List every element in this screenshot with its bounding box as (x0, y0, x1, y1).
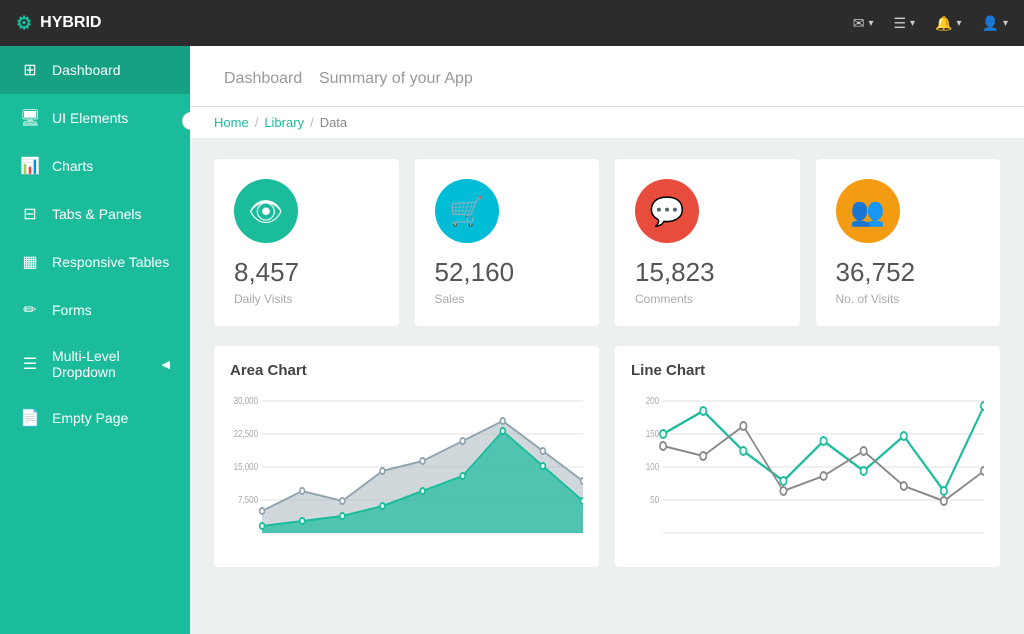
top-navbar: ⚙ HYBRID ✉ ▾ ☰ ▾ 🔔 ▾ 👤 ▾ (0, 0, 1024, 46)
sidebar-item-forms[interactable]: ✏ Forms (0, 286, 190, 334)
sidebar-label-tabs: Tabs & Panels (52, 206, 170, 222)
stat-card-comments: 💬 15,823 Comments (615, 159, 800, 326)
breadcrumb-home[interactable]: Home (214, 115, 249, 130)
svg-text:15,000: 15,000 (234, 461, 258, 472)
user-icon: 👤 (982, 15, 999, 32)
notifications-btn[interactable]: 🔔 ▾ (935, 15, 961, 32)
comments-value: 15,823 (635, 257, 715, 288)
line-chart-title: Line Chart (631, 362, 984, 379)
sidebar-label-empty: Empty Page (52, 410, 170, 426)
visits-label: Daily Visits (234, 292, 292, 306)
breadcrumb-library[interactable]: Library (264, 115, 304, 130)
sidebar-label-forms: Forms (52, 302, 170, 318)
stat-card-no-visits: 👥 36,752 No. of Visits (816, 159, 1001, 326)
brand-name: HYBRID (40, 14, 101, 32)
page-title: Dashboard Summary of your App (214, 62, 1000, 90)
dropdown-arrow: ◀ (162, 358, 170, 371)
notif-caret: ▾ (957, 18, 962, 29)
line-chart-svg: 200 150 100 50 (631, 391, 984, 551)
visits-icon-circle: 👁 (234, 179, 298, 243)
area-chart-container: 30,000 22,500 15,000 7,500 (230, 391, 583, 551)
gear-icon: ⚙ (16, 13, 32, 34)
no-visits-icon-circle: 👥 (836, 179, 900, 243)
sidebar-label-charts: Charts (52, 158, 170, 174)
tables-icon: ▦ (20, 252, 40, 272)
area-chart-svg: 30,000 22,500 15,000 7,500 (230, 391, 583, 551)
ui-icon: 🖥 (20, 108, 40, 128)
svg-text:22,500: 22,500 (234, 428, 258, 439)
sidebar-label-tables: Responsive Tables (52, 254, 170, 270)
sidebar-item-dropdown[interactable]: ☰ Multi-Level Dropdown ◀ (0, 334, 190, 394)
cart-icon: 🛒 (449, 195, 484, 228)
menu-icon: ☰ (893, 15, 906, 32)
svg-text:30,000: 30,000 (234, 395, 258, 406)
mail-caret: ▾ (868, 18, 873, 29)
sidebar-label-dashboard: Dashboard (52, 62, 170, 78)
mail-btn[interactable]: ✉ ▾ (853, 15, 874, 32)
user-caret: ▾ (1003, 18, 1008, 29)
breadcrumb-sep1: / (255, 115, 259, 130)
forms-icon: ✏ (20, 300, 40, 320)
page-header: Dashboard Summary of your App (190, 46, 1024, 107)
svg-text:7,500: 7,500 (238, 494, 258, 505)
svg-text:200: 200 (646, 395, 659, 406)
user-btn[interactable]: 👤 ▾ (982, 15, 1008, 32)
tabs-icon: ⊟ (20, 204, 40, 224)
sidebar-item-dashboard[interactable]: ⊞ Dashboard (0, 46, 190, 94)
sales-icon-circle: 🛒 (435, 179, 499, 243)
visits-value: 8,457 (234, 257, 299, 288)
brand: ⚙ HYBRID (16, 13, 101, 34)
sidebar: › ⊞ Dashboard 🖥 UI Elements 📊 Charts ⊟ T… (0, 46, 190, 634)
area-chart-card: Area Chart 30,000 22,500 15,000 7,500 (214, 346, 599, 567)
charts-icon: 📊 (20, 156, 40, 176)
menu-caret: ▾ (910, 18, 915, 29)
no-visits-label: No. of Visits (836, 292, 900, 306)
sidebar-item-tabs[interactable]: ⊟ Tabs & Panels (0, 190, 190, 238)
topnav-right: ✉ ▾ ☰ ▾ 🔔 ▾ 👤 ▾ (853, 15, 1008, 32)
menu-btn[interactable]: ☰ ▾ (893, 15, 915, 32)
charts-row: Area Chart 30,000 22,500 15,000 7,500 (190, 346, 1024, 587)
area-chart-title: Area Chart (230, 362, 583, 379)
dashboard-icon: ⊞ (20, 60, 40, 80)
line-chart-card: Line Chart 200 150 100 50 (615, 346, 1000, 567)
line-chart-container: 200 150 100 50 (631, 391, 984, 551)
breadcrumb: Home / Library / Data (190, 107, 1024, 139)
empty-icon: 📄 (20, 408, 40, 428)
eye-icon: 👁 (248, 195, 284, 228)
bell-icon: 🔔 (935, 15, 952, 32)
svg-text:50: 50 (650, 494, 659, 505)
sidebar-item-tables[interactable]: ▦ Responsive Tables (0, 238, 190, 286)
svg-text:150: 150 (646, 428, 659, 439)
svg-text:100: 100 (646, 461, 659, 472)
dropdown-icon: ☰ (20, 354, 40, 374)
stat-card-visits: 👁 8,457 Daily Visits (214, 159, 399, 326)
page-subtitle: Summary of your App (319, 70, 473, 87)
stat-card-sales: 🛒 52,160 Sales (415, 159, 600, 326)
comment-icon: 💬 (650, 195, 685, 228)
sidebar-item-charts[interactable]: 📊 Charts (0, 142, 190, 190)
main-content: Dashboard Summary of your App Home / Lib… (190, 46, 1024, 634)
comments-label: Comments (635, 292, 693, 306)
sales-label: Sales (435, 292, 465, 306)
no-visits-value: 36,752 (836, 257, 916, 288)
sales-value: 52,160 (435, 257, 515, 288)
sidebar-label-ui: UI Elements (52, 110, 170, 126)
sidebar-label-dropdown: Multi-Level Dropdown (52, 348, 150, 380)
stat-cards: 👁 8,457 Daily Visits 🛒 52,160 Sales 💬 15… (190, 139, 1024, 346)
sidebar-item-ui[interactable]: 🖥 UI Elements (0, 94, 190, 142)
group-icon: 👥 (850, 195, 885, 228)
mail-icon: ✉ (853, 15, 865, 32)
breadcrumb-sep2: / (310, 115, 314, 130)
comments-icon-circle: 💬 (635, 179, 699, 243)
sidebar-item-empty[interactable]: 📄 Empty Page (0, 394, 190, 442)
breadcrumb-data: Data (320, 115, 347, 130)
